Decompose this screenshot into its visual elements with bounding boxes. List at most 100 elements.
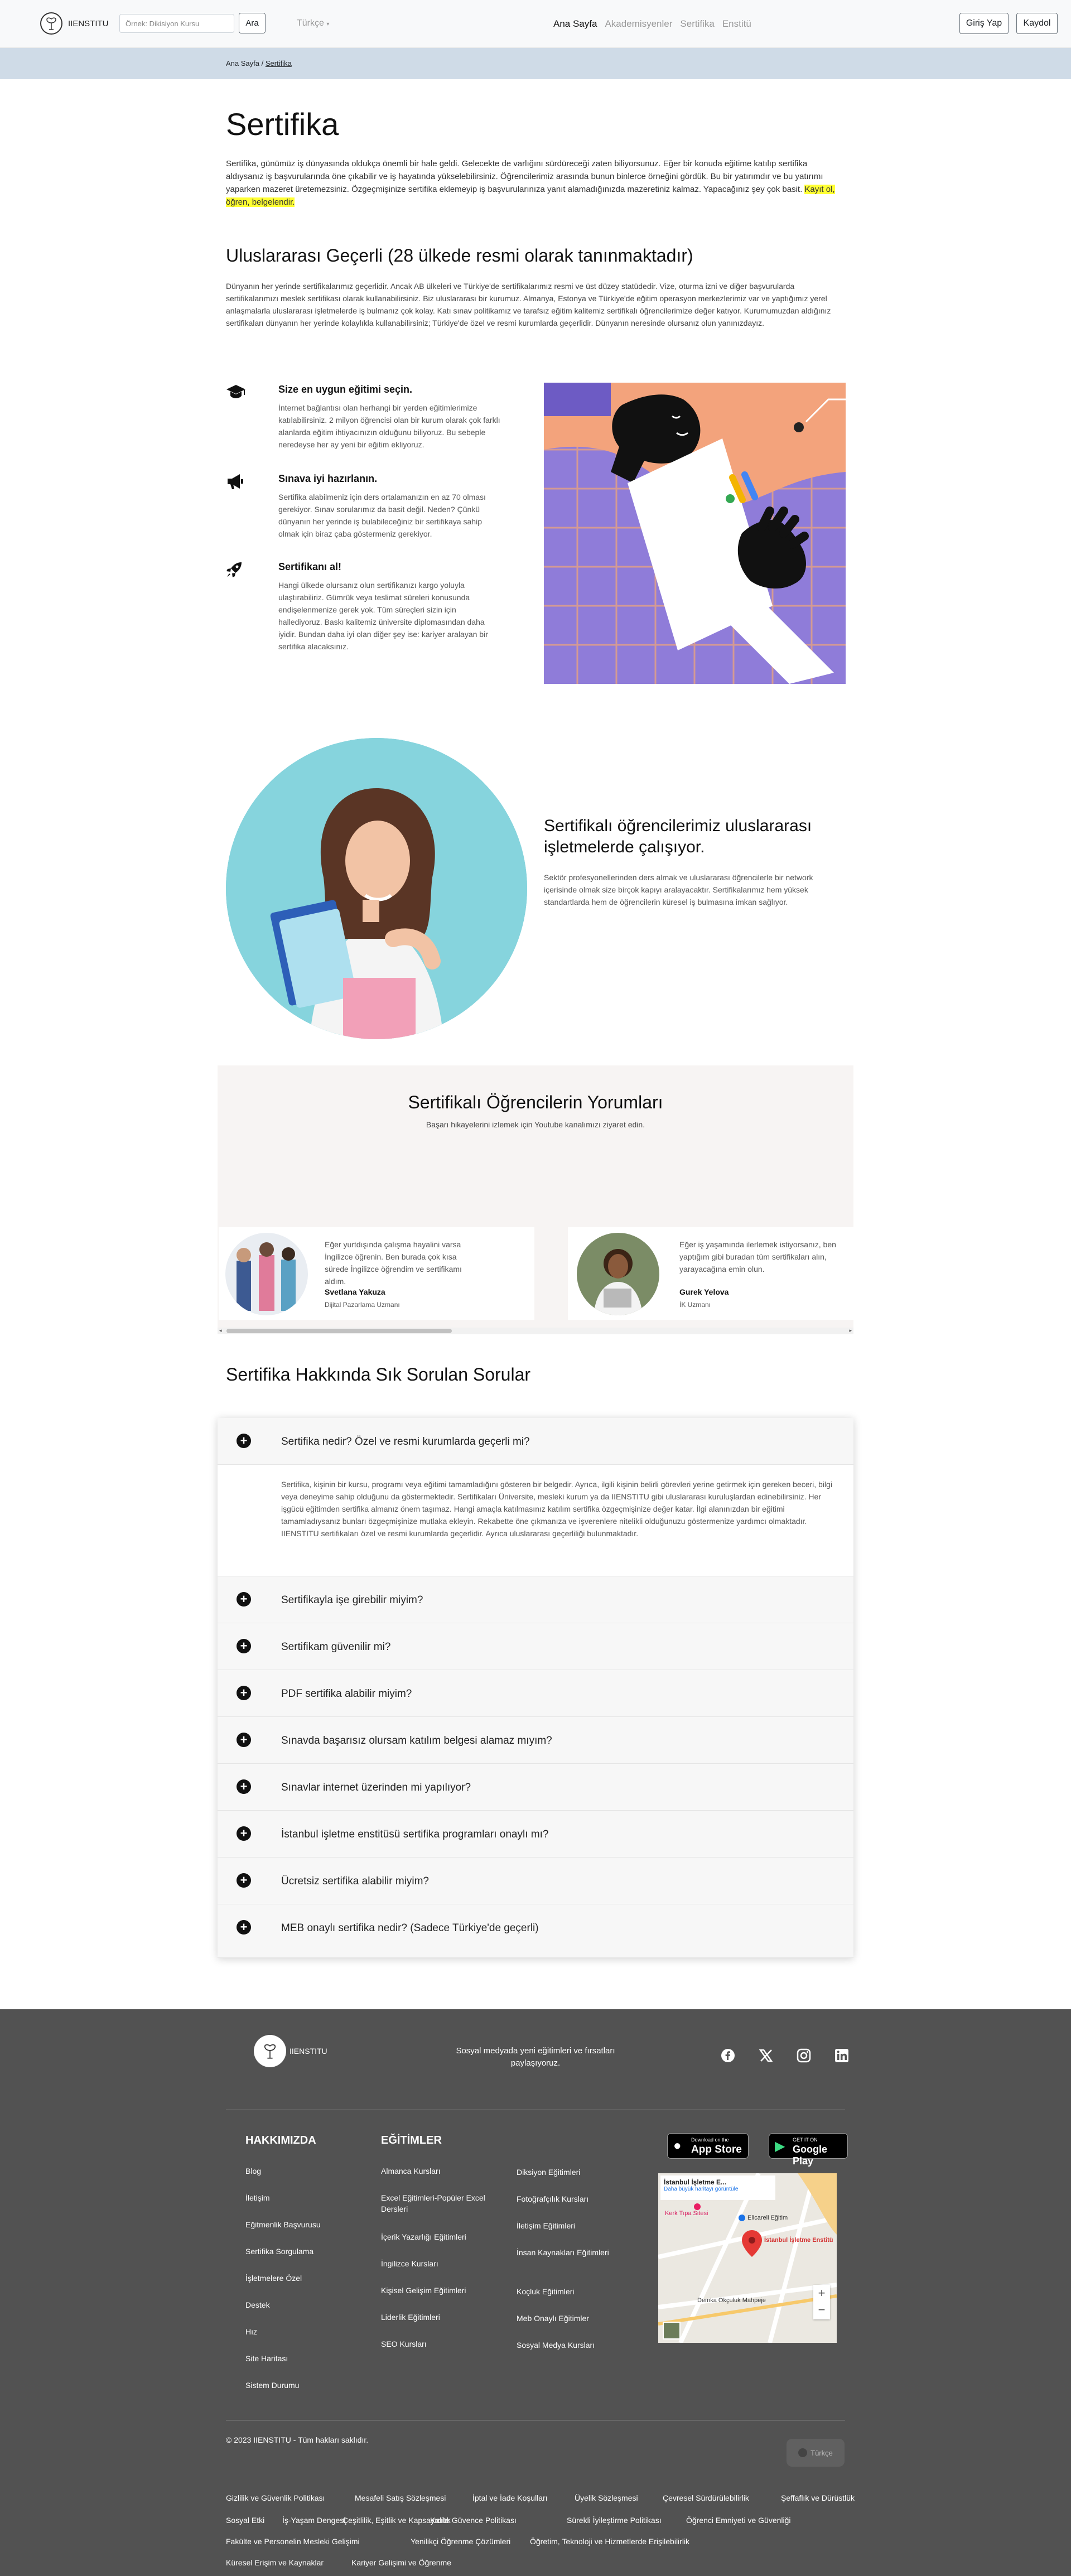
footer-link[interactable]: SEO Kursları [381,2338,493,2350]
app-store-button[interactable]: ● Download on the App Store [667,2133,749,2159]
footer-link[interactable]: Destek [245,2299,270,2310]
nav-academics[interactable]: Akademisyenler [605,18,672,30]
footer-link[interactable]: Eğitmenlik Başvurusu [245,2219,321,2230]
footer-link[interactable]: Liderlik Eğitimleri [381,2312,493,2323]
reviews-title: Sertifikalı Öğrencilerin Yorumları [408,1092,663,1112]
map-larger-link[interactable]: Daha büyük haritayı görüntüle [664,2186,772,2192]
footer-link[interactable]: İngilizce Kursları [381,2258,493,2269]
scrollbar-thumb[interactable] [226,1329,452,1333]
footer-link[interactable]: Hız [245,2326,257,2337]
site-footer: IIENSTITU Sosyal medyada yeni eğitimleri… [0,2009,1071,2576]
feature-prepare: Sınava iyi hazırlanın. Sertifika alabilm… [226,473,499,557]
footer-link[interactable]: Site Haritası [245,2353,288,2364]
app-store-small: Download on the [691,2137,729,2143]
feature-text: Sertifika alabilmeniz için ders ortalama… [278,493,486,538]
legal-link[interactable]: Küresel Erişim ve Kaynaklar [226,2558,324,2567]
faq-item[interactable]: + İstanbul işletme enstitüsü sertifika pr… [218,1811,853,1858]
faq-item[interactable]: + PDF sertifika alabilir miyim? [218,1670,853,1717]
plus-icon: + [237,1733,251,1747]
faq-answer: Sertifika, kişinin bir kursu, programı v… [281,1480,832,1538]
faq-item[interactable]: + Sınavlar internet üzerinden mi yapılıyo… [218,1764,853,1811]
reviews-subtitle: Başarı hikayelerini izlemek için Youtube… [426,1120,645,1129]
footer-link[interactable]: Koçluk Eğitimleri [517,2286,623,2297]
footer-link[interactable]: Sistem Durumu [245,2380,299,2391]
scroll-left-icon[interactable]: ◂ [219,1328,222,1334]
faq-item[interactable]: + Ücretsiz sertifika alabilir miyim? [218,1858,853,1904]
site-logo[interactable]: IIENSTITU [40,12,109,35]
reviewer-role: Dijital Pazarlama Uzmanı [325,1301,400,1309]
footer-link[interactable]: İletişim Eğitimleri [517,2220,623,2231]
legal-link[interactable]: Öğretim, Teknoloji ve Hizmetlerde Erişil… [530,2537,689,2546]
legal-link[interactable]: Sosyal Etki [226,2516,264,2525]
globe-icon [798,2448,808,2457]
legal-link[interactable]: Öğrenci Emniyeti ve Güvenliği [686,2516,791,2525]
footer-link[interactable]: Diksiyon Eğitimleri [517,2167,623,2178]
footer-link[interactable]: Sosyal Medya Kursları [517,2339,623,2351]
legal-link[interactable]: Şeffaflık ve Dürüstlük [781,2493,855,2502]
reviews-scrollbar[interactable]: ◂ ▸ [218,1328,853,1334]
footer-link[interactable]: Blog [245,2165,261,2177]
legal-link[interactable]: İptal ve İade Koşulları [472,2493,548,2502]
language-selector[interactable]: Türkçe ▾ [297,18,329,28]
legal-link[interactable]: Çevresel Sürdürülebilirlik [663,2493,749,2502]
faq-question: Sınavda başarısız olursam katılım belges… [281,1735,552,1747]
site-header: IIENSTITU Örnek: Dikisiyon Kursu Ara Tür… [0,0,1071,48]
faq-item[interactable]: + Sınavda başarısız olursam katılım belge… [218,1717,853,1764]
faq-item[interactable]: + Sertifikayla işe girebilir miyim? [218,1576,853,1623]
faq-item[interactable]: + Sertifikam güvenilir mi? [218,1623,853,1670]
breadcrumb-home[interactable]: Ana Sayfa [226,59,259,67]
zoom-in-icon[interactable]: + [813,2285,830,2302]
facebook-icon[interactable] [721,2048,735,2066]
map-zoom-controls: + − [813,2285,830,2319]
legal-link[interactable]: Üyelik Sözleşmesi [575,2493,638,2502]
map-label: Kerk Tıpa Sitesi [665,2210,708,2217]
legal-link[interactable]: Mesafeli Satış Sözleşmesi [355,2493,446,2502]
x-twitter-icon[interactable] [759,2048,773,2066]
map-layer-thumbnail[interactable] [663,2322,681,2339]
legal-link[interactable]: Fakülte ve Personelin Mesleki Gelişimi [226,2537,360,2546]
main-nav: Ana Sayfa Akademisyenler Sertifika Ensti… [553,18,751,30]
breadcrumb-current[interactable]: Sertifika [266,59,292,67]
legal-link[interactable]: Kalite Güvence Politikası [430,2516,517,2525]
legal-link[interactable]: Sürekli İyileştirme Politikası [567,2516,662,2525]
register-button[interactable]: Kaydol [1016,13,1058,34]
nav-home[interactable]: Ana Sayfa [553,18,597,30]
footer-link[interactable]: İletişim [245,2192,270,2203]
location-map[interactable]: İstanbul İşletme E... Daha büyük haritay… [658,2173,837,2343]
faq-item-open[interactable]: + Sertifika nedir? Özel ve resmi kurumla… [218,1418,853,1465]
legal-link[interactable]: Yenilikçi Öğrenme Çözümleri [411,2537,510,2546]
nav-certificate[interactable]: Sertifika [680,18,714,30]
footer-logo[interactable]: IIENSTITU [254,2035,327,2067]
login-button[interactable]: Giriş Yap [959,13,1009,34]
faq-question: PDF sertifika alabilir miyim? [281,1688,412,1700]
footer-link[interactable]: Kişisel Gelişim Eğitimleri [381,2285,493,2296]
search-input[interactable]: Örnek: Dikisiyon Kursu [119,14,234,33]
play-icon: ▶ [775,2139,785,2154]
footer-language-button[interactable]: Türkçe [787,2439,845,2467]
zoom-out-icon[interactable]: − [813,2302,830,2319]
faq-question: İstanbul işletme enstitüsü sertifika pro… [281,1829,549,1840]
social-text: Sosyal medyada yeni eğitimleri ve fırsat… [456,2046,615,2068]
linkedin-icon[interactable] [834,2048,849,2066]
footer-link[interactable]: Sertifika Sorgulama [245,2246,313,2257]
footer-link[interactable]: İnsan Kaynakları Eğitimleri [517,2247,623,2258]
legal-link[interactable]: Gizlilik ve Güvenlik Politikası [226,2493,325,2502]
footer-link[interactable]: İşletmelere Özel [245,2273,302,2284]
instagram-icon[interactable] [797,2048,811,2066]
footer-link[interactable]: İçerik Yazarlığı Eğitimleri [381,2231,493,2242]
scroll-right-icon[interactable]: ▸ [849,1328,852,1334]
faq-title: Sertifika Hakkında Sık Sorulan Sorular [226,1364,531,1385]
megaphone-icon [226,473,245,494]
footer-link[interactable]: Almanca Kursları [381,2165,493,2177]
footer-link[interactable]: Fotoğrafçılık Kursları [517,2193,623,2204]
legal-link[interactable]: Kariyer Gelişimi ve Öğrenme [351,2558,451,2567]
faq-item[interactable]: + MEB onaylı sertifika nedir? (Sadece Tür… [218,1904,853,1958]
footer-link[interactable]: Excel Eğitimleri-Popüler Excel Dersleri [381,2192,493,2215]
footer-logo-text: IIENSTITU [290,2047,327,2056]
student-photo [226,738,527,1039]
search-button[interactable]: Ara [239,13,266,33]
footer-link[interactable]: Meb Onaylı Eğitimler [517,2313,623,2324]
legal-link[interactable]: İş-Yaşam Dengesi [282,2516,345,2525]
nav-institute[interactable]: Enstitü [722,18,751,30]
google-play-button[interactable]: ▶ GET IT ON Google Play [769,2133,848,2167]
